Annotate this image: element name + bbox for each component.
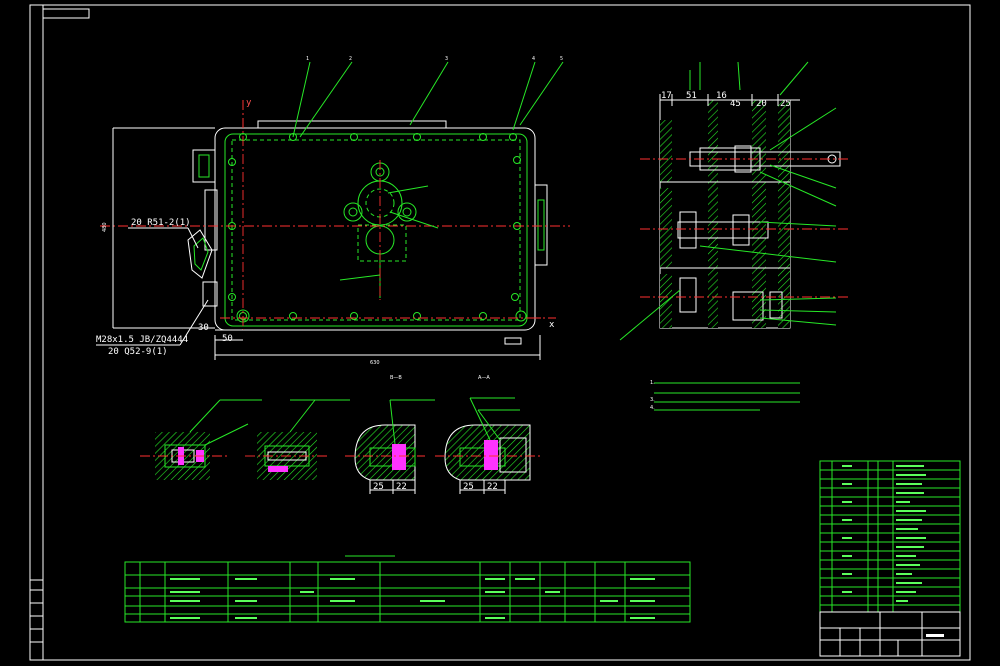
dim-25-b: 25 xyxy=(373,482,384,492)
dim-16: 16 xyxy=(716,91,727,101)
svg-text:3: 3 xyxy=(445,56,448,62)
dim-45: 45 xyxy=(730,99,741,109)
svg-text:4: 4 xyxy=(532,56,535,62)
callout-m28: M28x1.5 JB/ZQ4444 xyxy=(96,335,188,345)
detail-section-1[interactable] xyxy=(140,399,262,480)
detail-section-2[interactable] xyxy=(245,399,350,480)
title-block[interactable] xyxy=(819,611,961,657)
dim-30: 30 xyxy=(198,323,209,333)
svg-text:5: 5 xyxy=(560,56,563,62)
dim-51: 51 xyxy=(686,91,697,101)
dim-17: 17 xyxy=(661,91,672,101)
tech-note-1: 1. xyxy=(650,380,655,386)
dim-25-a: 25 xyxy=(463,482,474,492)
section-view-right[interactable]: 17 51 16 45 20 25 xyxy=(619,61,850,341)
view-label-b-b: B—B xyxy=(390,375,402,381)
callout-r51: 20 R51-2(1) xyxy=(131,218,191,228)
axis-y-label: y xyxy=(246,98,252,108)
detail-section-a-a[interactable]: A—A 25 22 xyxy=(435,375,540,494)
callout-q52: 20 Q52-9(1) xyxy=(108,347,168,357)
dim-22-a: 22 xyxy=(487,482,498,492)
dim-50: 50 xyxy=(222,334,233,344)
technical-notes: 1. 3. 4. xyxy=(650,380,800,411)
tech-note-4: 4. xyxy=(650,405,655,411)
dim-20: 20 xyxy=(756,99,767,109)
tech-note-3: 3. xyxy=(650,397,655,403)
dim-25: 25 xyxy=(780,99,791,109)
view-label-a-a: A—A xyxy=(478,375,490,381)
svg-text:1: 1 xyxy=(306,56,309,62)
dim-width: 630 xyxy=(370,360,380,366)
parts-list[interactable] xyxy=(819,460,961,613)
cad-drawing-viewport[interactable]: 123 45 480 630 30 50 y x 20 R51-2(1) M28… xyxy=(0,0,1000,666)
detail-section-b-b[interactable]: B—B 25 22 xyxy=(345,375,435,494)
dim-22-b: 22 xyxy=(396,482,407,492)
axis-x-label: x xyxy=(549,320,555,330)
drawing-canvas[interactable]: 123 45 480 630 30 50 y x 20 R51-2(1) M28… xyxy=(0,0,1000,666)
main-plan-view[interactable]: 1 2 3 4 5 480 630 30 50 y x 20 R51-2(1) M28… xyxy=(96,56,570,366)
svg-text:2: 2 xyxy=(349,56,352,62)
parameter-table[interactable] xyxy=(124,555,691,623)
dim-height: 480 xyxy=(102,222,108,232)
